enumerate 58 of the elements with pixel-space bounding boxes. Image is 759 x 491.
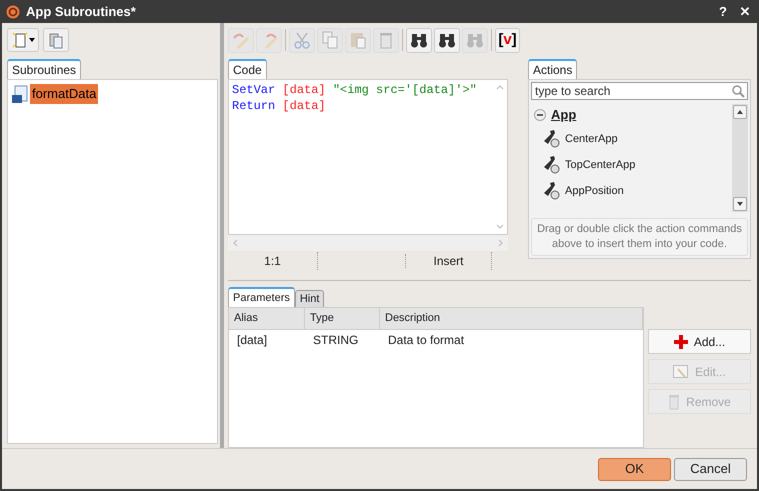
- close-button[interactable]: ✕: [737, 2, 753, 22]
- code-line: Return [data]: [232, 98, 326, 114]
- scroll-up-icon: [496, 84, 504, 90]
- action-group[interactable]: App: [551, 105, 576, 125]
- cancel-button[interactable]: Cancel: [674, 458, 747, 481]
- actions-tab[interactable]: Actions: [528, 59, 578, 80]
- action-item[interactable]: AppPosition: [565, 182, 624, 200]
- code-editor[interactable]: SetVar [data] "<img src='[data]'>" Return [data]: [228, 79, 508, 236]
- search-field[interactable]: type to search: [531, 82, 748, 100]
- scroll-down-button[interactable]: [733, 197, 747, 212]
- table-cell-text: STRING: [312, 332, 360, 350]
- scroll-up-button[interactable]: [733, 105, 747, 120]
- find-button[interactable]: [406, 28, 432, 53]
- variable-button[interactable]: [v]: [495, 28, 520, 53]
- insert-mode: Insert: [406, 252, 492, 270]
- column-header[interactable]: Alias: [229, 308, 305, 330]
- code-line: SetVar [data] "<img src='[data]'>": [232, 82, 477, 98]
- wrench-gear-icon: [542, 129, 562, 150]
- parameters-tab[interactable]: Hint: [294, 290, 324, 308]
- subroutine-item[interactable]: formatData: [30, 84, 98, 104]
- ok-button[interactable]: OK: [598, 458, 671, 481]
- new-document-icon: [11, 31, 29, 50]
- scroll-down-icon: [496, 224, 504, 230]
- scissors-icon: [292, 30, 312, 50]
- edit-icon: [673, 364, 690, 379]
- find-next-button[interactable]: [434, 28, 460, 53]
- up-arrow-icon: [737, 110, 743, 114]
- clipboard-icon: [47, 31, 65, 50]
- wrench-gear-icon: [542, 181, 562, 202]
- action-item[interactable]: CenterApp: [565, 130, 618, 148]
- column-header[interactable]: Description: [380, 308, 643, 330]
- plus-icon: [674, 334, 688, 349]
- help-button[interactable]: ?: [715, 2, 731, 22]
- action-item[interactable]: TopCenterApp: [565, 156, 636, 174]
- wrench-gear-icon: [542, 155, 562, 176]
- caret-icon: [29, 38, 35, 42]
- cursor-position: 1:1: [228, 252, 318, 270]
- table-cell-text: [data]: [236, 332, 268, 350]
- hint-box: Drag or double click the action commands above to insert them into your code.: [531, 218, 748, 256]
- clipboard-icon: [348, 30, 368, 50]
- scroll-right-icon: [498, 239, 504, 248]
- window-title: App Subroutines*: [26, 2, 136, 21]
- scroll-left-icon: [232, 239, 238, 248]
- add-button[interactable]: Add...: [648, 329, 751, 354]
- code-tab[interactable]: Code: [228, 59, 267, 80]
- column-header[interactable]: Type: [305, 308, 380, 330]
- new-document-button[interactable]: [7, 28, 39, 52]
- clipboard-button[interactable]: [43, 28, 69, 52]
- parameters-tab[interactable]: Parameters: [228, 287, 295, 308]
- table-cell-text: Data to format: [387, 332, 466, 350]
- down-arrow-icon: [737, 202, 743, 206]
- subroutines-tab[interactable]: Subroutines: [7, 59, 82, 80]
- search-icon: [731, 84, 745, 98]
- collapse-icon[interactable]: [534, 109, 546, 122]
- copy-icon: [320, 30, 340, 50]
- app-logo-icon: [6, 4, 20, 19]
- script-file-icon: [12, 84, 28, 103]
- trash-icon: [668, 394, 680, 410]
